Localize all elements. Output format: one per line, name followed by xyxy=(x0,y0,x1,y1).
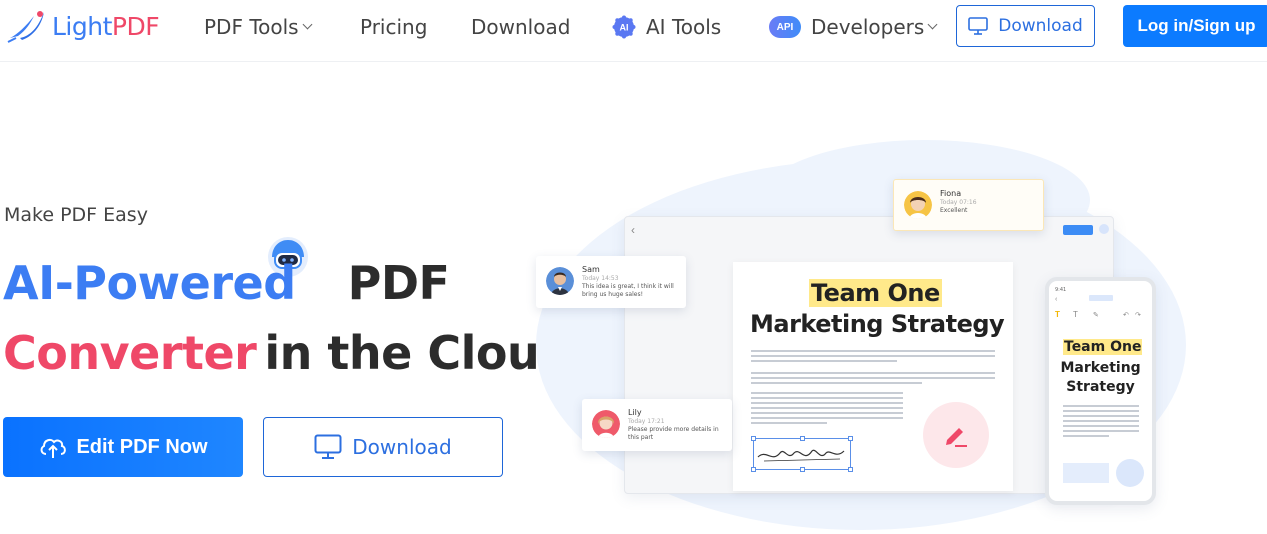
monitor-icon xyxy=(968,17,989,35)
svg-text:↷: ↷ xyxy=(1135,312,1141,319)
hero-tagline: Make PDF Easy xyxy=(4,204,148,226)
ai-gear-icon: AI xyxy=(612,15,636,39)
resize-handle-icon xyxy=(800,436,805,441)
hero-title-pdf: PDF xyxy=(347,256,450,310)
svg-text:✎: ✎ xyxy=(1093,312,1099,319)
top-navigation-bar: LightPDF PDF Tools Pricing Download AI A… xyxy=(0,0,1267,62)
editor-toolbar-button-icon xyxy=(1063,225,1093,235)
hero-download-label: Download xyxy=(352,435,452,459)
document-title-highlight: Team One xyxy=(809,279,942,307)
avatar-fiona xyxy=(904,191,932,219)
avatar-sam xyxy=(546,267,574,295)
monitor-icon xyxy=(314,434,342,459)
edit-pdf-now-button[interactable]: Edit PDF Now xyxy=(3,417,243,477)
comment-card-fiona: Fiona Today 07:16 Excellent xyxy=(893,179,1044,231)
header-download-label: Download xyxy=(998,16,1083,36)
phone-document-title-highlight: Team One xyxy=(1063,339,1143,355)
hero-download-button[interactable]: Download xyxy=(263,417,503,477)
handwritten-signature-icon xyxy=(757,449,845,462)
edit-pdf-now-label: Edit PDF Now xyxy=(76,435,208,458)
lightpdf-logo[interactable]: LightPDF xyxy=(4,8,160,44)
phone-toolbar-icons: 9:41 ‹ T T ✎ ↶ ↷ xyxy=(1055,287,1141,319)
brand-name-pdf: PDF xyxy=(111,11,160,41)
svg-text:T: T xyxy=(1055,310,1060,319)
api-badge-icon: API xyxy=(769,16,801,38)
chevron-down-icon xyxy=(302,19,313,30)
svg-text:AI: AI xyxy=(620,23,629,33)
signature-selection-box xyxy=(751,436,853,472)
phone-paragraph-lines xyxy=(1063,405,1139,440)
comment-message: This idea is great, I think it will brin… xyxy=(582,283,674,298)
nav-pricing-label: Pricing xyxy=(360,15,428,39)
nav-ai-tools[interactable]: AI AI Tools xyxy=(612,14,721,40)
nav-developers[interactable]: API Developers xyxy=(769,14,938,40)
nav-download[interactable]: Download xyxy=(471,14,570,40)
svg-text:T: T xyxy=(1073,310,1078,319)
lightpdf-logo-icon xyxy=(7,11,44,43)
back-arrow-icon: ‹ xyxy=(631,223,635,237)
pen-edit-icon xyxy=(923,402,989,468)
nav-developers-label: Developers xyxy=(811,15,925,39)
header-download-button[interactable]: Download xyxy=(956,5,1095,47)
comment-message: Excellent xyxy=(940,207,968,214)
comment-author: Lily xyxy=(628,408,642,417)
phone-comment-input xyxy=(1063,463,1109,483)
comment-message: Please provide more details in this part xyxy=(628,426,719,441)
phone-send-button-icon xyxy=(1116,459,1144,487)
comment-time: Today 17:21 xyxy=(628,418,665,425)
document-paragraph-lines xyxy=(751,350,995,365)
svg-text:↶: ↶ xyxy=(1123,312,1129,319)
avatar-lily xyxy=(592,410,620,438)
document-paragraph-lines xyxy=(751,392,903,427)
resize-handle-icon xyxy=(848,467,853,472)
hero-title-converter: Converter xyxy=(3,326,257,380)
svg-text:‹: ‹ xyxy=(1055,296,1058,303)
document-paragraph-lines xyxy=(751,372,995,387)
comment-time: Today 07:16 xyxy=(940,199,977,206)
comment-time: Today 14:53 xyxy=(582,275,619,282)
nav-pricing[interactable]: Pricing xyxy=(360,14,427,40)
resize-handle-icon xyxy=(848,436,853,441)
pen-icon xyxy=(946,428,967,447)
editor-avatar-dot-icon xyxy=(1099,224,1109,234)
phone-mockup: 9:41 ‹ T T ✎ ↶ ↷ Team One Marketing Stra… xyxy=(1045,277,1156,505)
document-page-mockup: Team One Marketing Strategy xyxy=(733,262,1013,491)
comment-author: Sam xyxy=(582,265,600,274)
hero-title-in-the-cloud: in the Cloud xyxy=(264,326,572,380)
nav-download-label: Download xyxy=(471,15,571,39)
svg-text:9:41: 9:41 xyxy=(1055,287,1066,293)
resize-handle-icon xyxy=(751,467,756,472)
nav-pdf-tools[interactable]: PDF Tools xyxy=(204,14,313,40)
phone-document-title-rest: Marketing Strategy xyxy=(1049,359,1152,397)
document-title-rest: Marketing Strategy xyxy=(750,310,1005,338)
resize-handle-icon xyxy=(800,467,805,472)
lightpdf-wordmark: LightPDF xyxy=(52,11,160,41)
hero-title-line-1: AI-Powered PDF xyxy=(3,256,450,310)
hero-title-ai-powered: AI-Powered xyxy=(3,256,296,310)
comment-card-sam: Sam Today 14:53 This idea is great, I th… xyxy=(536,256,686,308)
comment-card-lily: Lily Today 17:21 Please provide more det… xyxy=(582,399,732,451)
login-signup-button[interactable]: Log in/Sign up xyxy=(1123,5,1267,47)
comment-author: Fiona xyxy=(940,189,962,198)
nav-ai-tools-label: AI Tools xyxy=(646,15,722,39)
nav-pdf-tools-label: PDF Tools xyxy=(204,15,299,39)
brand-name-light: Light xyxy=(52,11,112,41)
hero-title-line-2: Converter in the Cloud xyxy=(3,326,572,380)
chevron-down-icon xyxy=(927,19,938,30)
cloud-upload-icon xyxy=(40,438,67,458)
phone-document-title-text: Marketing Strategy xyxy=(1060,360,1141,395)
resize-handle-icon xyxy=(751,436,756,441)
